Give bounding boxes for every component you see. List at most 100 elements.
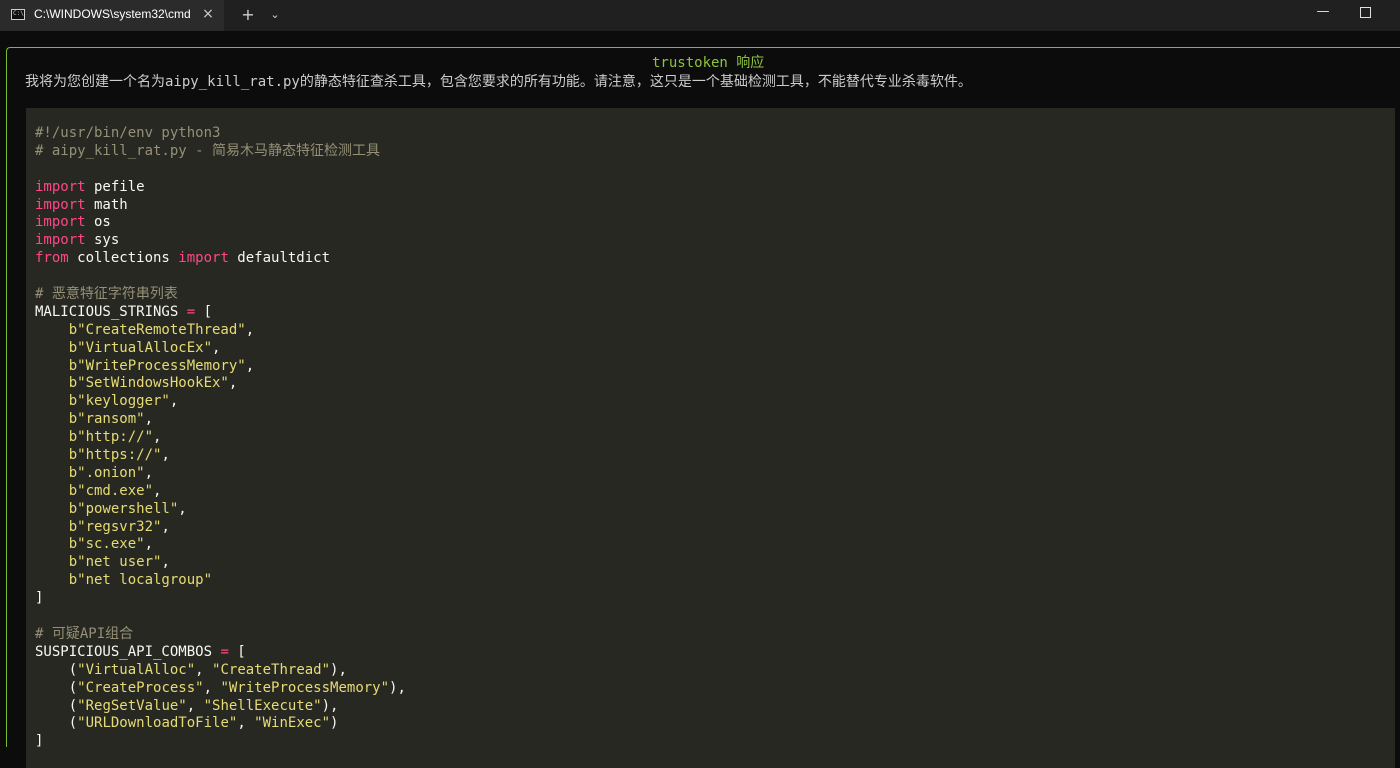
code-token-string: b"cmd.exe": [68, 482, 154, 499]
chevron-down-icon[interactable]: ⌄: [266, 5, 284, 25]
code-token-string: b"CreateRemoteThread": [68, 321, 246, 338]
code-token-text: MALICIOUS_STRINGS: [35, 303, 187, 320]
code-token-text: ,: [161, 554, 170, 571]
code-content: #!/usr/bin/env python3 # aipy_kill_rat.py…: [35, 125, 406, 751]
code-line: # 恶意特征字符串列表: [35, 286, 406, 304]
code-token-text: ,: [144, 464, 154, 481]
code-token-text: (: [35, 715, 78, 732]
code-line: b".onion",: [35, 465, 406, 483]
code-token-text: ,: [161, 447, 170, 464]
code-line: MALICIOUS_STRINGS = [: [35, 304, 406, 322]
code-token-comment: # 恶意特征字符串列表: [35, 286, 178, 303]
code-token-text: [: [195, 303, 213, 320]
code-line: from collections import defaultdict: [35, 250, 406, 268]
code-line: ("RegSetValue", "ShellExecute"),: [35, 698, 406, 716]
code-line: SUSPICIOUS_API_COMBOS = [: [35, 644, 406, 662]
code-token-string: b"net user": [68, 554, 162, 571]
code-token-string: b"ransom": [68, 411, 145, 428]
code-token-op: =: [186, 303, 196, 320]
panel-title: trustoken 响应: [644, 54, 773, 72]
code-token-text: ,: [212, 339, 221, 356]
code-token-string: "CreateProcess": [77, 679, 204, 696]
code-token-keyword: import: [178, 250, 229, 267]
maximize-button[interactable]: [1342, 0, 1388, 26]
code-line: b"SetWindowsHookEx",: [35, 375, 406, 393]
close-tab-icon[interactable]: ×: [199, 5, 217, 23]
code-token-text: math: [85, 196, 128, 213]
terminal-output[interactable]: trustoken 响应 我将为您创建一个名为aipy_kill_rat.py的…: [0, 31, 1400, 768]
code-token-op: =: [220, 643, 229, 660]
code-token-string: "WriteProcessMemory": [220, 679, 390, 696]
response-panel: trustoken 响应 我将为您创建一个名为aipy_kill_rat.py的…: [6, 47, 1400, 768]
code-token-text: os: [85, 214, 111, 231]
code-token-keyword: import: [35, 196, 86, 213]
code-line: b"keylogger",: [35, 393, 406, 411]
code-line: b"regsvr32",: [35, 519, 406, 537]
code-line: import os: [35, 214, 406, 232]
code-token-string: b"keylogger": [68, 393, 170, 410]
code-token-text: ),: [389, 679, 406, 696]
code-token-text: (: [35, 697, 78, 714]
code-token-string: b"https://": [68, 447, 162, 464]
code-token-string: "URLDownloadToFile": [77, 715, 238, 732]
code-token-text: ,: [153, 482, 162, 499]
code-token-text: ]: [35, 590, 44, 607]
code-line: b"net user",: [35, 554, 406, 572]
code-token-text: (: [35, 679, 78, 696]
code-token-string: b"WriteProcessMemory": [68, 357, 246, 374]
code-token-text: ,: [169, 393, 179, 410]
code-line: import math: [35, 197, 406, 215]
code-token-text: collections: [68, 250, 179, 267]
tab-cmd[interactable]: C:\ C:\WINDOWS\system32\cmd.exe ×: [0, 0, 224, 31]
code-line: b"sc.exe",: [35, 536, 406, 554]
code-line: # aipy_kill_rat.py - 简易木马静态特征检测工具: [35, 143, 406, 161]
code-line: b"net localgroup": [35, 572, 406, 590]
code-line: ("URLDownloadToFile", "WinExec"): [35, 715, 406, 733]
code-line: b"CreateRemoteThread",: [35, 322, 406, 340]
new-tab-button[interactable]: +: [238, 5, 258, 25]
code-token-string: "WinExec": [254, 715, 331, 732]
code-token-keyword: import: [35, 232, 86, 249]
code-token-string: "VirtualAlloc": [77, 661, 196, 678]
code-line: # 可疑API组合: [35, 626, 406, 644]
code-token-text: ,: [186, 697, 204, 714]
code-token-text: ,: [237, 715, 255, 732]
code-token-text: ),: [330, 661, 347, 678]
code-token-text: sys: [85, 232, 120, 249]
code-token-string: b"SetWindowsHookEx": [68, 375, 229, 392]
code-token-string: b"net localgroup": [68, 572, 213, 589]
code-line: b"https://",: [35, 447, 406, 465]
maximize-icon: [1359, 7, 1371, 18]
code-token-text: ,: [195, 661, 213, 678]
minimize-button[interactable]: —: [1300, 0, 1346, 26]
code-line: b"http://",: [35, 429, 406, 447]
code-token-text: ): [330, 715, 339, 732]
code-token-text: ,: [178, 500, 187, 517]
code-line: b"powershell",: [35, 501, 406, 519]
code-token-string: b"regsvr32": [68, 518, 162, 535]
code-token-text: ,: [203, 679, 221, 696]
intro-text: 我将为您创建一个名为aipy_kill_rat.py的静态特征查杀工具，包含您要…: [25, 74, 972, 90]
code-token-keyword: import: [35, 178, 86, 195]
code-token-string: b"http://": [68, 429, 154, 446]
code-token-text: pefile: [85, 178, 145, 195]
code-token-text: (: [35, 661, 78, 678]
code-line: ]: [35, 590, 406, 608]
title-bar: C:\ C:\WINDOWS\system32\cmd.exe × + ⌄ —: [0, 0, 1400, 31]
code-line: #!/usr/bin/env python3: [35, 125, 406, 143]
code-line: import pefile: [35, 179, 406, 197]
code-token-string: b"sc.exe": [68, 536, 145, 553]
